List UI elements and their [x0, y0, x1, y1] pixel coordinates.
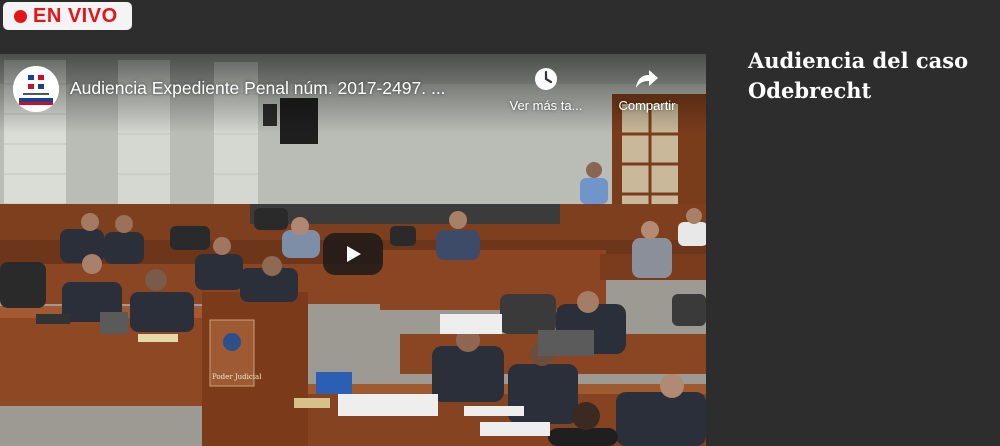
video-player[interactable]: Poder Judicial Audiencia Expediente Pena… — [0, 54, 706, 446]
watch-later-button[interactable]: Ver más ta... — [496, 66, 596, 113]
live-badge: EN VIVO — [3, 2, 132, 30]
share-arrow-icon — [636, 70, 658, 88]
podium-label: Poder Judicial — [212, 373, 262, 381]
poder-judicial-seal-icon — [13, 66, 59, 112]
live-badge-label: EN VIVO — [33, 4, 118, 27]
live-dot-icon — [14, 9, 27, 23]
share-label: Compartir — [618, 98, 676, 113]
sidebar-title: Audiencia del caso Odebrecht — [748, 48, 969, 103]
channel-logo[interactable] — [13, 66, 59, 112]
clock-icon — [535, 68, 557, 90]
play-button[interactable] — [323, 233, 383, 275]
share-button[interactable]: Compartir — [597, 66, 697, 113]
play-icon — [347, 246, 361, 262]
video-title[interactable]: Audiencia Expediente Penal núm. 2017-249… — [70, 78, 446, 99]
watch-later-label: Ver más ta... — [509, 98, 583, 113]
